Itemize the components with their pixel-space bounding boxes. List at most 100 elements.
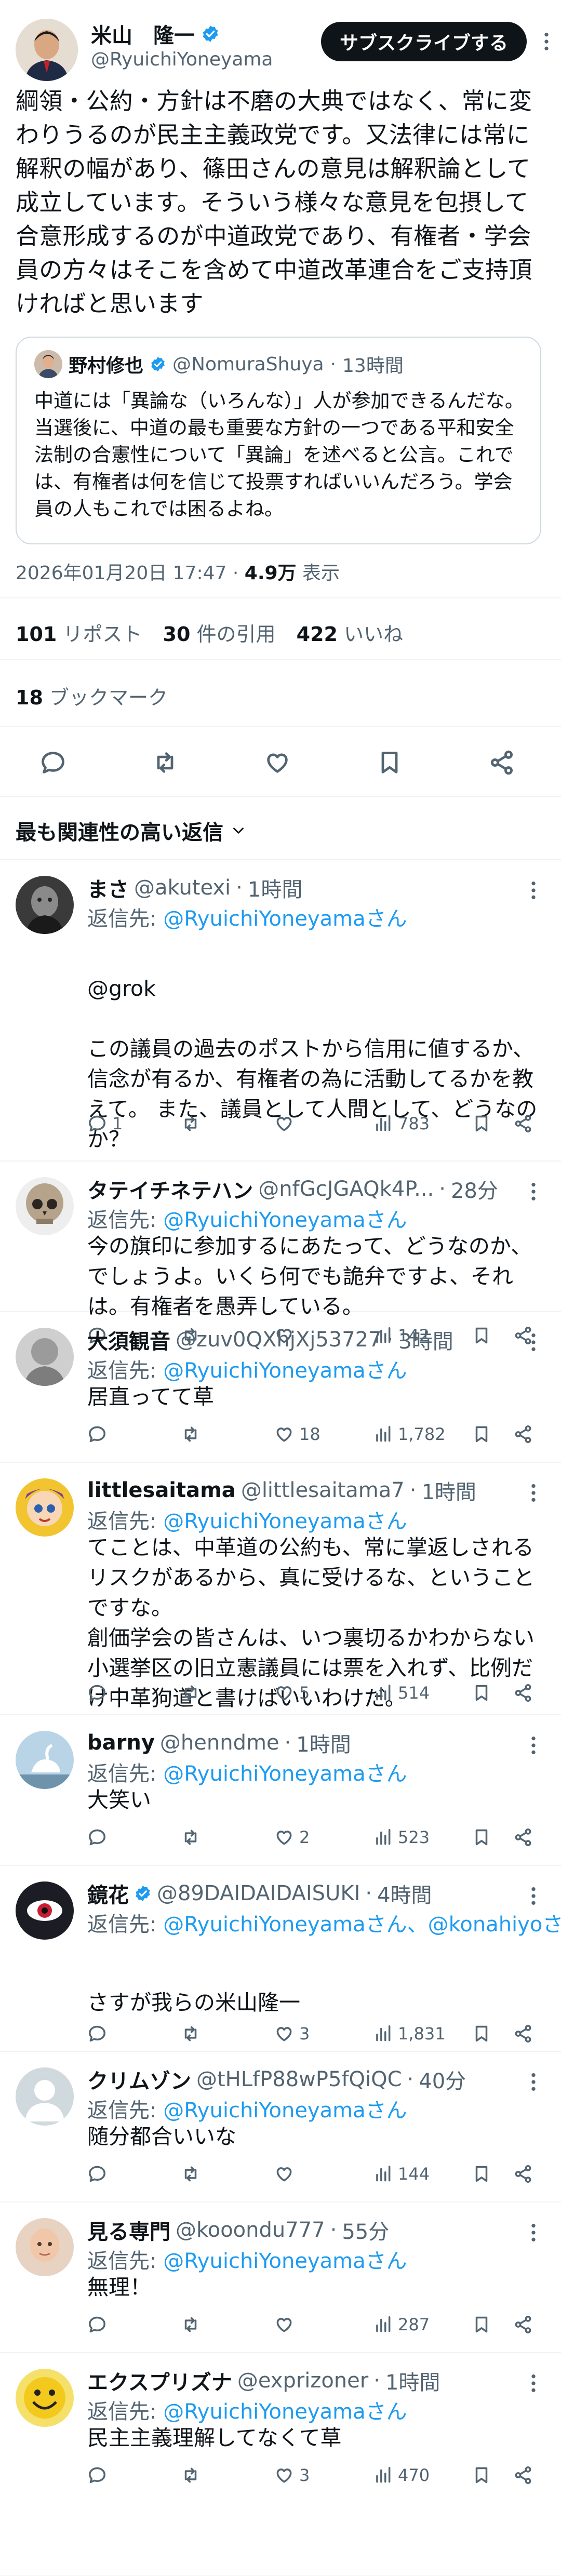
bookmark-button[interactable] xyxy=(472,2465,491,2485)
reply-item[interactable]: littlesaitama @littlesaitama7 · 1時間 返信先:… xyxy=(0,1463,561,1715)
like-button[interactable]: 3 xyxy=(274,2465,310,2485)
reposts-label[interactable]: リポスト xyxy=(63,623,142,646)
share-button[interactable] xyxy=(513,2024,533,2044)
author-name[interactable]: 米山 隆一 xyxy=(91,19,195,49)
views-button[interactable]: 1,782 xyxy=(373,1424,446,1444)
reply-item[interactable]: エクスプリズナ @exprizoner · 1時間 返信先: @RyuichiY… xyxy=(0,2353,561,2576)
like-button[interactable] xyxy=(274,1114,294,1133)
more-options-icon[interactable] xyxy=(531,1886,536,1906)
reply-author-name[interactable]: エクスプリズナ xyxy=(87,2366,232,2396)
reply-to-mention[interactable]: @RyuichiYoneyamaさん xyxy=(163,1359,407,1383)
reply-author-name[interactable]: 大須観音 xyxy=(87,1325,170,1355)
reply-time[interactable]: 1時間 xyxy=(421,1475,476,1505)
repost-button[interactable] xyxy=(181,2315,201,2334)
reply-author-name[interactable]: タテイチネテハン xyxy=(87,1174,253,1204)
author-avatar[interactable] xyxy=(16,19,78,81)
share-button[interactable] xyxy=(513,1424,533,1444)
more-options-icon[interactable] xyxy=(531,1483,536,1503)
like-icon[interactable] xyxy=(264,749,291,776)
reposts-count[interactable]: 101 xyxy=(16,623,57,646)
reply-author-handle[interactable]: @nfGcJGAQk4P... xyxy=(258,1177,434,1201)
like-button[interactable]: 2 xyxy=(274,1827,310,1847)
views-button[interactable]: 144 xyxy=(373,2164,430,2184)
reply-author-handle[interactable]: @tHLfP88wP5fQiQC xyxy=(196,2067,402,2091)
bookmark-button[interactable] xyxy=(472,2164,491,2184)
reply-time[interactable]: 1時間 xyxy=(248,873,302,903)
reply-author-handle[interactable]: @zuv0QXhjXj53727 xyxy=(176,1328,382,1352)
repost-button[interactable] xyxy=(181,1114,201,1133)
quoted-post[interactable]: 野村修也 @NomuraShuya · 13時間 中道には「異論な（いろんな）」… xyxy=(16,337,541,544)
bookmark-button[interactable] xyxy=(472,1114,491,1133)
views-button[interactable]: 514 xyxy=(373,1683,430,1703)
reply-button[interactable] xyxy=(87,2024,107,2044)
reply-time[interactable]: 1時間 xyxy=(296,1728,351,1758)
reply-item[interactable]: 見る専門 @kooondu777 · 55分 返信先: @RyuichiYone… xyxy=(0,2203,561,2353)
reply-author-name[interactable]: まさ xyxy=(87,873,129,903)
reply-to-mention[interactable]: @RyuichiYoneyamaさん、@konahiyoさん xyxy=(163,1913,561,1937)
author-handle[interactable]: @RyuichiYoneyama xyxy=(91,49,273,70)
repost-button[interactable] xyxy=(181,2024,201,2044)
reply-time[interactable]: 28分 xyxy=(451,1174,498,1204)
reply-author-handle[interactable]: @89DAIDAIDAISUKI xyxy=(157,1881,360,1905)
repost-button[interactable] xyxy=(181,2164,201,2184)
reply-author-handle[interactable]: @kooondu777 xyxy=(176,2218,325,2242)
share-button[interactable] xyxy=(513,2465,533,2485)
like-button[interactable] xyxy=(274,2164,294,2184)
reply-item[interactable]: タテイチネテハン @nfGcJGAQk4P... · 28分 返信先: @Ryu… xyxy=(0,1162,561,1345)
reply-author-name[interactable]: 見る専門 xyxy=(87,2215,170,2245)
repost-icon[interactable] xyxy=(152,749,179,776)
reply-avatar[interactable] xyxy=(16,1478,74,1537)
reply-author-name[interactable]: 鏡花 xyxy=(87,1878,129,1908)
reply-to-mention[interactable]: @RyuichiYoneyamaさん xyxy=(163,1510,407,1533)
reply-icon[interactable] xyxy=(39,749,66,776)
reply-to-mention[interactable]: @RyuichiYoneyamaさん xyxy=(163,2099,407,2123)
more-options-icon[interactable] xyxy=(531,1332,536,1353)
reply-button[interactable] xyxy=(87,1683,107,1703)
reply-button[interactable] xyxy=(87,2164,107,2184)
reply-button[interactable] xyxy=(87,1827,107,1847)
more-options-icon[interactable] xyxy=(531,2373,536,2394)
reply-to-mention[interactable]: @RyuichiYoneyamaさん xyxy=(163,2249,407,2273)
reply-avatar[interactable] xyxy=(16,1731,74,1789)
reply-author-name[interactable]: クリムゾン xyxy=(87,2064,191,2094)
repost-button[interactable] xyxy=(181,2465,201,2485)
reply-button[interactable] xyxy=(87,2465,107,2485)
reply-author-handle[interactable]: @exprizoner xyxy=(237,2369,368,2393)
more-options-icon[interactable] xyxy=(531,880,536,901)
like-button[interactable]: 3 xyxy=(274,2024,310,2044)
more-options-icon[interactable] xyxy=(540,31,553,52)
reply-time[interactable]: 40分 xyxy=(419,2064,466,2094)
likes-count[interactable]: 422 xyxy=(297,623,338,646)
subscribe-button[interactable]: サブスクライブする xyxy=(320,22,527,61)
reply-to-mention[interactable]: @RyuichiYoneyamaさん xyxy=(163,1762,407,1786)
reply-avatar[interactable] xyxy=(16,2067,74,2126)
share-icon[interactable] xyxy=(488,749,515,776)
bookmark-icon[interactable] xyxy=(376,749,403,776)
reply-avatar[interactable] xyxy=(16,876,74,934)
bookmark-button[interactable] xyxy=(472,1827,491,1847)
share-button[interactable] xyxy=(513,1114,533,1133)
reply-button[interactable]: 1 xyxy=(87,1114,123,1133)
reply-item[interactable]: barny @henndme · 1時間 返信先: @RyuichiYoneya… xyxy=(0,1715,561,1866)
reply-avatar[interactable] xyxy=(16,2369,74,2427)
reply-author-handle[interactable]: @henndme xyxy=(160,1731,279,1755)
reply-to-mention[interactable]: @RyuichiYoneyamaさん xyxy=(163,907,407,931)
bookmarks-stat[interactable]: 18 ブックマーク xyxy=(16,682,168,710)
reply-author-name[interactable]: barny xyxy=(87,1731,155,1755)
reply-time[interactable]: 3時間 xyxy=(398,1325,453,1355)
post-timestamp[interactable]: 2026年01月20日 17:47 xyxy=(16,563,226,584)
share-button[interactable] xyxy=(513,1683,533,1703)
reply-avatar[interactable] xyxy=(16,1177,74,1235)
more-options-icon[interactable] xyxy=(531,1735,536,1756)
more-options-icon[interactable] xyxy=(531,1181,536,1202)
reply-to-mention[interactable]: @RyuichiYoneyamaさん xyxy=(163,2400,407,2424)
more-options-icon[interactable] xyxy=(531,2222,536,2243)
reply-avatar[interactable] xyxy=(16,1881,74,1940)
bookmark-button[interactable] xyxy=(472,2315,491,2334)
likes-label[interactable]: いいね xyxy=(344,623,403,646)
bookmark-button[interactable] xyxy=(472,2024,491,2044)
reply-avatar[interactable] xyxy=(16,2218,74,2276)
share-button[interactable] xyxy=(513,1827,533,1847)
repost-button[interactable] xyxy=(181,1424,201,1444)
quotes-label[interactable]: 件の引用 xyxy=(197,623,276,646)
